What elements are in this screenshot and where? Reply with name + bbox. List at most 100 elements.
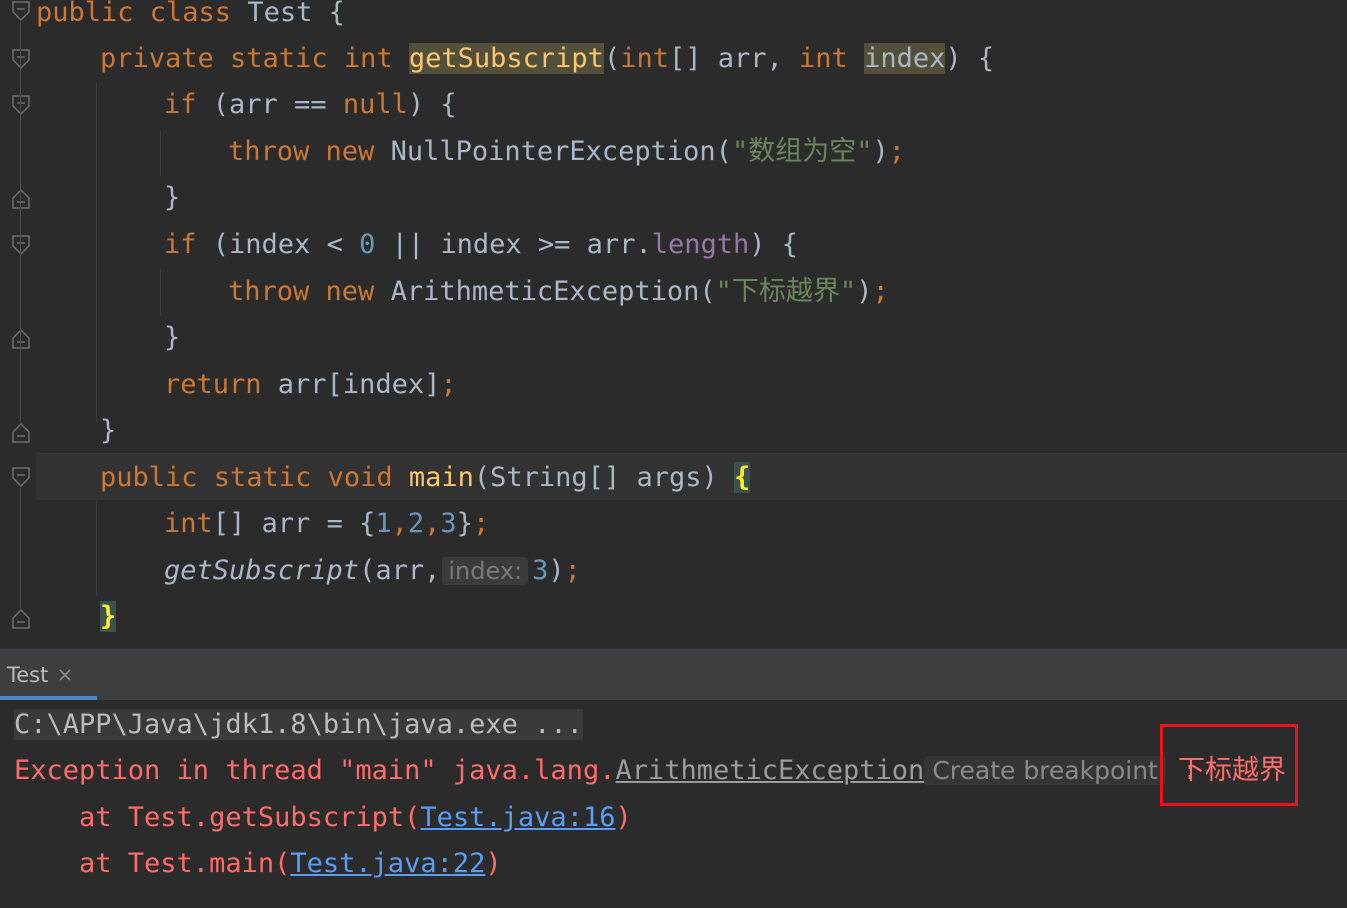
keyword: public class: [36, 0, 248, 28]
code-line[interactable]: int[] arr = {1,2,3};: [36, 501, 489, 547]
code-text: ) {: [749, 229, 799, 260]
number-literal: 1: [375, 508, 392, 539]
code-line[interactable]: return arr[index];: [36, 362, 457, 408]
code-text: }: [456, 508, 473, 539]
create-breakpoint-button[interactable]: Create breakpoint: [924, 756, 1166, 785]
number-literal: 2: [407, 508, 425, 539]
keyword: throw new: [228, 136, 391, 167]
code-text: (String[] args): [473, 462, 734, 493]
code-text: (arr ==: [212, 89, 343, 120]
method-name: getSubscript: [408, 43, 604, 74]
keyword: private static int: [100, 43, 409, 74]
tab-label: Test: [7, 662, 49, 687]
keyword: int: [164, 508, 213, 539]
code-text: (: [603, 43, 621, 74]
code-text: ) {: [945, 43, 995, 74]
code-line[interactable]: }: [36, 315, 180, 361]
code-line[interactable]: }: [36, 408, 116, 454]
source-link[interactable]: Test.java:16: [420, 802, 615, 833]
fold-open-icon[interactable]: [11, 466, 31, 490]
code-text: ): [872, 136, 889, 167]
matched-brace: {: [733, 462, 751, 493]
fold-open-icon[interactable]: [11, 48, 31, 72]
frame-prefix: at Test.getSubscript(: [14, 802, 421, 833]
code-line[interactable]: }: [36, 594, 117, 640]
close-icon[interactable]: [58, 668, 72, 682]
class-name: Test {: [247, 0, 345, 28]
code-text: (index <: [212, 229, 360, 260]
code-line[interactable]: private static int getSubscript(int[] ar…: [36, 36, 994, 82]
semicolon: ;: [564, 555, 581, 586]
exception-prefix: Exception in thread "main" java.lang.: [14, 755, 616, 786]
fold-open-icon[interactable]: [11, 94, 31, 118]
semicolon: ;: [888, 136, 905, 167]
console-exception-line: Exception in thread "main" java.lang.Ari…: [14, 748, 1198, 794]
stack-frame: at Test.main(Test.java:22): [14, 841, 502, 887]
code-text: ): [856, 276, 873, 307]
keyword: if: [164, 89, 213, 120]
class-name: ArithmeticException(: [390, 276, 716, 307]
string-literal: "下标越界": [715, 276, 857, 307]
fold-close-icon[interactable]: [11, 186, 31, 210]
code-line[interactable]: if (index < 0 || index >= arr.length) {: [36, 222, 798, 268]
semicolon: ;: [472, 508, 490, 539]
run-tab-bar: Test: [0, 648, 1347, 700]
fold-open-icon[interactable]: [11, 0, 31, 24]
frame-prefix: at Test.main(: [14, 848, 291, 879]
fold-open-icon[interactable]: [11, 234, 31, 258]
code-text: ): [548, 555, 565, 586]
code-line[interactable]: getSubscript(arr, index: 3);: [36, 548, 581, 594]
comma: ,: [424, 508, 441, 539]
method-name: main: [408, 462, 474, 493]
code-line[interactable]: if (arr == null) {: [36, 82, 457, 128]
code-text: [] arr,: [668, 43, 800, 74]
matched-brace: }: [100, 601, 117, 632]
number-literal: 3: [532, 555, 549, 586]
field-name: length: [651, 229, 750, 260]
tab-test[interactable]: Test: [0, 649, 97, 700]
method-call: getSubscript: [164, 555, 360, 586]
code-text: }: [100, 415, 117, 446]
code-editor[interactable]: public class Test { private static int g…: [0, 0, 1347, 648]
keyword: throw new: [228, 276, 391, 307]
code-text: }: [164, 322, 181, 353]
stack-frame: at Test.getSubscript(Test.java:16): [14, 795, 632, 841]
code-text: }: [164, 182, 181, 213]
code-text: arr[index]: [277, 369, 441, 400]
source-link[interactable]: Test.java:22: [290, 848, 485, 879]
code-line[interactable]: throw new NullPointerException("数组为空");: [36, 129, 905, 175]
code-text: (arr,: [359, 555, 441, 586]
keyword: if: [164, 229, 213, 260]
keyword: public static void: [100, 462, 409, 493]
highlight-box: [1160, 724, 1298, 806]
keyword: int: [799, 43, 848, 74]
code-line[interactable]: }: [36, 175, 180, 221]
frame-suffix: ): [485, 848, 502, 879]
code-text: || index >= arr.: [375, 229, 652, 260]
active-tab-indicator: [0, 696, 97, 700]
semicolon: ;: [440, 369, 457, 400]
editor-gutter: [0, 0, 36, 648]
exception-class-link[interactable]: ArithmeticException: [615, 755, 924, 786]
string-literal: "数组为空": [731, 136, 873, 167]
number-literal: 3: [440, 508, 457, 539]
fold-close-icon[interactable]: [11, 420, 31, 444]
command-text[interactable]: C:\APP\Java\jdk1.8\bin\java.exe ...: [14, 709, 583, 740]
code-line[interactable]: throw new ArithmeticException("下标越界");: [36, 269, 889, 315]
code-line[interactable]: public static void main(String[] args) {: [36, 455, 751, 501]
frame-suffix: ): [615, 802, 632, 833]
fold-close-icon[interactable]: [11, 326, 31, 350]
code-text: ) {: [407, 89, 457, 120]
keyword: null: [342, 89, 408, 120]
fold-close-icon[interactable]: [11, 606, 31, 630]
console-command-line[interactable]: C:\APP\Java\jdk1.8\bin\java.exe ...: [14, 702, 583, 748]
code-text: [] arr = {: [212, 508, 376, 539]
code-line[interactable]: public class Test {: [36, 0, 345, 36]
number-literal: 0: [359, 229, 376, 260]
param-name: index: [864, 43, 946, 74]
class-name: NullPointerException(: [390, 136, 732, 167]
comma: ,: [391, 508, 408, 539]
keyword: int: [620, 43, 669, 74]
semicolon: ;: [872, 276, 889, 307]
